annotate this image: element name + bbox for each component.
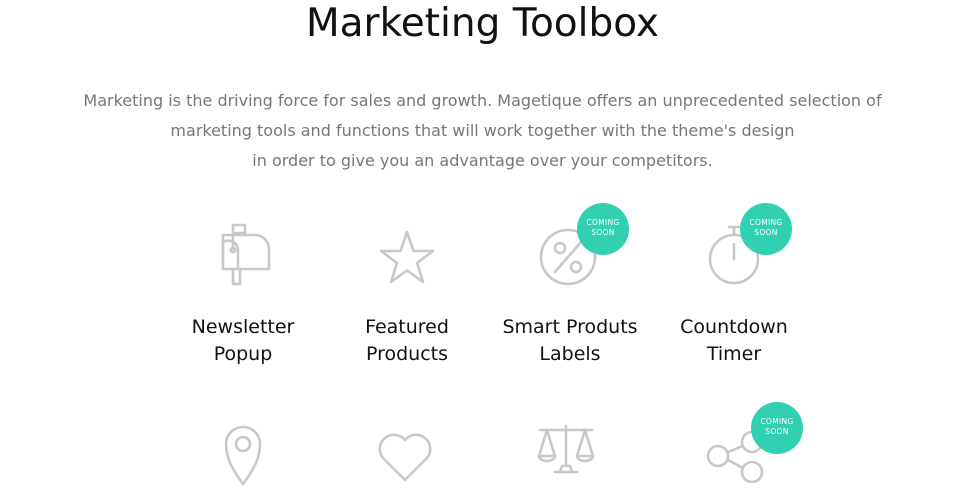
feature-label: Countdown Timer (680, 316, 788, 365)
mailbox-icon (208, 220, 278, 290)
intro-line: in order to give you an advantage over y… (252, 151, 713, 170)
feature-label: Featured Products (365, 316, 449, 365)
feature-newsletter-popup: Newsletter Popup (158, 220, 328, 370)
scales-icon (531, 420, 601, 490)
coming-soon-badge: COMING SOON (577, 203, 629, 255)
intro-text: Marketing is the driving force for sales… (60, 86, 905, 176)
intro-line: Marketing is the driving force for sales… (83, 91, 882, 110)
star-icon (372, 220, 442, 290)
feature-label: Smart Produts Labels (502, 316, 638, 365)
feature-featured-products: Featured Products (322, 220, 492, 370)
feature-countdown-timer: Countdown Timer (649, 220, 819, 370)
feature-compare (481, 420, 651, 500)
heart-icon (370, 420, 440, 490)
coming-soon-badge: COMING SOON (740, 203, 792, 255)
feature-smart-product-labels: Smart Produts Labels (485, 220, 655, 370)
map-pin-icon (208, 420, 278, 490)
page-title: Marketing Toolbox (305, 1, 660, 46)
feature-label: Newsletter Popup (191, 316, 295, 365)
feature-store-locator (158, 420, 328, 500)
intro-line: marketing tools and functions that will … (170, 121, 795, 140)
coming-soon-badge: COMING SOON (751, 402, 803, 454)
feature-wishlist (320, 420, 490, 500)
